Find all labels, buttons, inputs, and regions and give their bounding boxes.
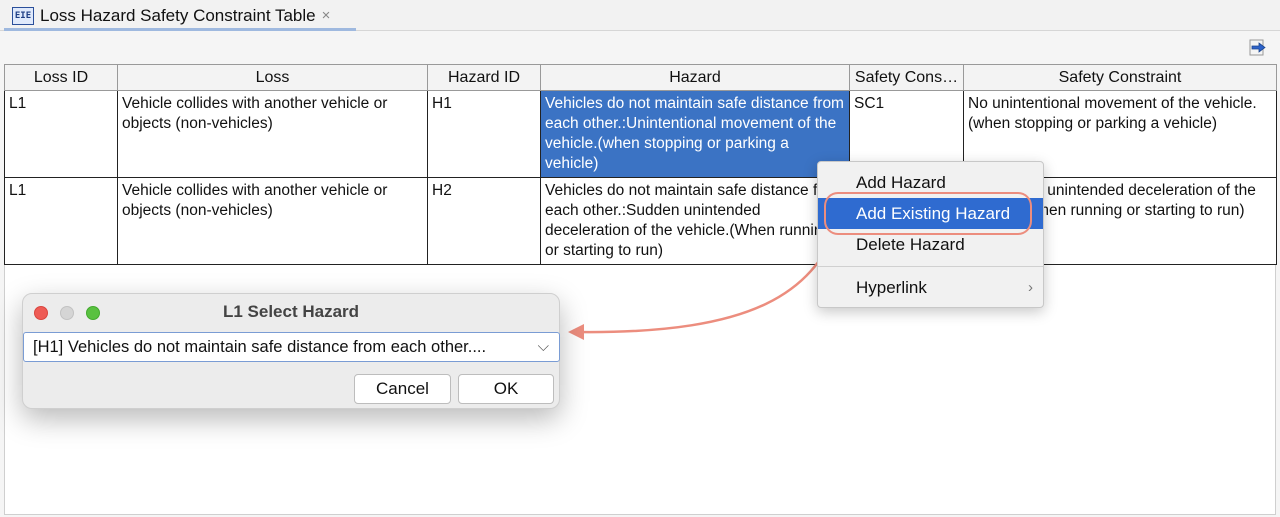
col-header-hazard[interactable]: Hazard: [540, 64, 850, 91]
export-button[interactable]: [1247, 36, 1269, 58]
cell-hazard-id[interactable]: H2: [427, 177, 541, 265]
chevron-right-icon: ›: [1028, 279, 1033, 296]
annotation-highlight-ring: [824, 192, 1032, 235]
col-header-loss-id[interactable]: Loss ID: [4, 64, 118, 91]
cell-hazard-selected[interactable]: Vehicles do not maintain safe distance f…: [540, 90, 850, 178]
export-arrow-icon: [1249, 39, 1266, 56]
chevron-down-icon: ⌵: [537, 338, 549, 355]
table-row[interactable]: L1 Vehicle collides with another vehicle…: [4, 177, 1277, 265]
cell-loss-id[interactable]: L1: [4, 177, 118, 265]
tab-label: Loss Hazard Safety Constraint Table: [40, 5, 316, 25]
select-hazard-dialog: L1 Select Hazard [H1] Vehicles do not ma…: [22, 293, 560, 409]
hazard-select[interactable]: [H1] Vehicles do not maintain safe dista…: [23, 332, 560, 362]
col-header-safety-constraint[interactable]: Safety Constraint: [963, 64, 1277, 91]
table-header-row: Loss ID Loss Hazard ID Hazard Safety Con…: [4, 64, 1277, 91]
menu-item-label: Hyperlink: [856, 278, 927, 297]
hazard-select-value: [H1] Vehicles do not maintain safe dista…: [33, 338, 487, 356]
dialog-title-bar[interactable]: L1 Select Hazard: [23, 294, 559, 330]
loss-hazard-table: Loss ID Loss Hazard ID Hazard Safety Con…: [4, 64, 1277, 265]
dialog-title: L1 Select Hazard: [222, 302, 360, 321]
menu-item-hyperlink[interactable]: Hyperlink ›: [818, 272, 1043, 303]
editor-tab-bar: EIE Loss Hazard Safety Constraint Table …: [0, 0, 1280, 31]
cancel-button[interactable]: Cancel: [354, 374, 451, 404]
table-row[interactable]: L1 Vehicle collides with another vehicle…: [4, 90, 1277, 178]
close-icon[interactable]: ×: [322, 7, 331, 24]
cell-loss-id[interactable]: L1: [4, 90, 118, 178]
tab-loss-hazard-table[interactable]: EIE Loss Hazard Safety Constraint Table …: [4, 3, 356, 31]
cell-hazard-id[interactable]: H1: [427, 90, 541, 178]
col-header-safety-constraint-id[interactable]: Safety Cons…: [849, 64, 964, 91]
cell-loss[interactable]: Vehicle collides with another vehicle or…: [117, 177, 428, 265]
col-header-hazard-id[interactable]: Hazard ID: [427, 64, 541, 91]
cell-hazard[interactable]: Vehicles do not maintain safe distance f…: [540, 177, 850, 265]
ok-button[interactable]: OK: [458, 374, 554, 404]
table-editor-icon: EIE: [12, 6, 34, 25]
col-header-loss[interactable]: Loss: [117, 64, 428, 91]
menu-separator: [818, 266, 1043, 267]
cell-loss[interactable]: Vehicle collides with another vehicle or…: [117, 90, 428, 178]
